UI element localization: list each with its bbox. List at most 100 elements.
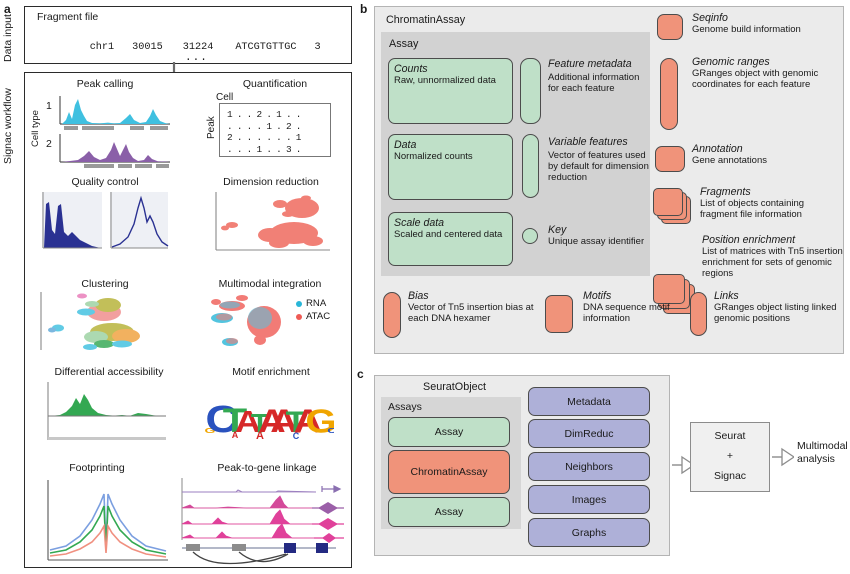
cell: . [256, 132, 267, 143]
stack-layer [653, 188, 683, 216]
cell: 1 [295, 132, 306, 143]
legend-label-rna: RNA [306, 298, 327, 309]
slot-metadata[interactable]: Metadata [528, 387, 650, 416]
package-signac: Signac [713, 469, 747, 482]
cell: 2 [256, 109, 267, 120]
slot-bias: Bias Vector of Tn5 insertion bias at eac… [408, 290, 548, 324]
slot-motifs-marker[interactable] [545, 295, 573, 333]
quality-control-plot [42, 192, 169, 249]
slot-variable-features-desc: Vector of features used by default for d… [548, 150, 649, 184]
slot-dimreduc[interactable]: DimReduc [528, 419, 650, 448]
slot-dimreduc-label: DimReduc [564, 427, 614, 440]
step-title-motif-enrichment: Motif enrichment [232, 366, 310, 378]
matrix-row: ...1..3. [227, 144, 306, 156]
cell: 1 [256, 143, 267, 155]
cell: 2 [227, 132, 237, 143]
cell: . [276, 132, 286, 143]
assay-item-2[interactable]: Assay [388, 497, 510, 527]
step-title-peak-calling: Peak calling [76, 78, 134, 90]
cell: . [266, 143, 277, 155]
slot-images[interactable]: Images [528, 485, 650, 514]
slot-neighbors[interactable]: Neighbors [528, 452, 650, 481]
slot-seqinfo-name: Seqinfo [692, 12, 728, 24]
quantification-matrix: 1..2.1.. ....1.2. 2......1 ...1..3. [219, 103, 331, 157]
slot-counts-name: Counts [394, 63, 428, 75]
peak-calling-track-1-label: 1 [46, 100, 52, 112]
slot-annotation-desc: Gene annotations [692, 155, 768, 167]
cell: 3 [285, 143, 296, 155]
legend-dot-atac [296, 313, 302, 320]
slot-bias-marker[interactable] [383, 292, 401, 338]
panel-b-letter: b [360, 2, 368, 16]
slot-variable-features-marker[interactable] [522, 134, 539, 198]
slot-genomic-ranges-marker[interactable] [660, 58, 678, 130]
package-operator: + [726, 450, 734, 463]
slot-annotation: Annotation Gene annotations [692, 143, 838, 166]
slot-links: Links GRanges object listing linked geno… [714, 290, 842, 324]
frag-barcode: ATCGTGTTGC [235, 42, 297, 53]
matrix-row: 1..2.1.. [227, 109, 306, 121]
slot-fragments-marker[interactable] [653, 188, 693, 224]
packages-box: Seurat + Signac [690, 422, 770, 492]
slot-images-label: Images [571, 493, 607, 506]
quant-col-label: Cell [216, 92, 234, 103]
slot-feature-metadata-marker[interactable] [520, 58, 541, 124]
slot-key-desc: Unique assay identifier [548, 236, 645, 248]
panel-c-letter: c [357, 367, 364, 381]
slot-seqinfo-marker[interactable] [657, 14, 683, 40]
slot-key-marker[interactable] [522, 228, 538, 244]
chromatinassay-title: ChromatinAssay [386, 14, 466, 26]
step-title-clustering: Clustering [81, 278, 129, 290]
cell: . [246, 109, 257, 120]
differential-accessibility-plot [47, 382, 166, 440]
cell: . [236, 143, 247, 155]
slot-neighbors-label: Neighbors [565, 460, 613, 473]
clustering-plot [40, 292, 140, 350]
output-label: Multimodal analysis [797, 440, 848, 465]
slot-genomic-ranges-name: Genomic ranges [692, 56, 770, 68]
slot-annotation-marker[interactable] [655, 146, 685, 172]
assay-item-1[interactable]: Assay [388, 417, 510, 447]
matrix-row: ....1.2. [227, 121, 306, 133]
multimodal-integration-plot [211, 295, 281, 346]
fragment-file-title: Fragment file [37, 11, 99, 23]
slot-key-name: Key [548, 224, 567, 236]
cell: 1 [266, 120, 277, 132]
slot-motifs-desc: DNA sequence motif information [583, 302, 670, 325]
slot-graphs[interactable]: Graphs [528, 518, 650, 547]
slot-fragments-desc: List of objects containing fragment file… [700, 198, 805, 221]
matrix-row: 2......1 [227, 132, 306, 144]
cell: . [256, 120, 267, 132]
slot-data[interactable]: Data Normalized counts [388, 134, 513, 200]
cell: . [295, 109, 306, 120]
assay-title: Assay [389, 38, 419, 50]
legend-label-atac: ATAC [306, 310, 331, 322]
slot-scale-data-desc: Scaled and centered data [394, 229, 503, 241]
slot-position-enrichment-desc: List of matrices with Tn5 insertion enri… [702, 246, 843, 280]
signac-workflow-label: Signac workflow [2, 88, 14, 164]
cell: . [285, 109, 296, 120]
slot-scale-data-name: Scale data [394, 217, 445, 229]
slot-counts[interactable]: Counts Raw, unnormalized data [388, 58, 513, 124]
slot-variable-features: Variable features Vector of features use… [548, 136, 650, 184]
seuratobject-title: SeuratObject [423, 381, 487, 393]
fragment-ellipsis: ... [185, 52, 208, 64]
frag-count: 3 [314, 42, 321, 53]
cell: . [285, 132, 296, 143]
legend-item-rna: RNA [296, 298, 330, 311]
slot-annotation-name: Annotation [692, 143, 743, 155]
step-title-multimodal-integration: Multimodal integration [218, 278, 322, 290]
slot-variable-features-name: Variable features [548, 136, 628, 148]
motif-enrichment-logo: G C T A A T A A A T C A G C [205, 398, 334, 440]
slot-motifs: Motifs DNA sequence motif information [583, 290, 691, 324]
gene-markers [312, 485, 344, 543]
cell: . [236, 109, 247, 120]
step-title-quality-control: Quality control [71, 176, 139, 188]
slot-scale-data[interactable]: Scale data Scaled and centered data [388, 212, 513, 266]
cell: . [266, 132, 277, 143]
slot-genomic-ranges-desc: GRanges object with genomic coordinates … [692, 68, 819, 91]
step-title-quantification: Quantification [242, 78, 308, 90]
cell: . [236, 120, 247, 132]
slot-links-marker[interactable] [690, 292, 707, 336]
assay-item-chromatinassay[interactable]: ChromatinAssay [388, 450, 510, 494]
